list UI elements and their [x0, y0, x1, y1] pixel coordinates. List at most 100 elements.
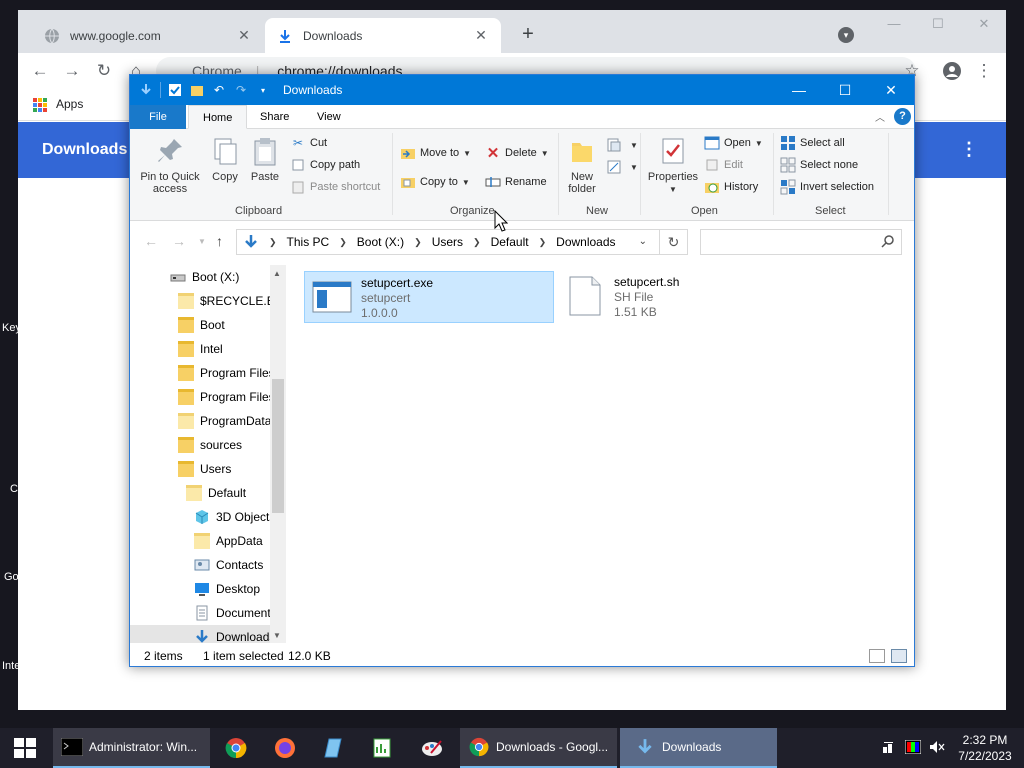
explorer-titlebar[interactable]: ↶ ↷ ▾ Downloads — ☐ ✕	[130, 75, 914, 105]
tree-item[interactable]: AppData	[194, 529, 263, 553]
chevron-right-icon[interactable]: ❯	[269, 237, 277, 248]
chevron-down-icon[interactable]: ▼	[273, 631, 281, 640]
chevron-right-icon[interactable]: ❯	[339, 237, 347, 248]
back-arrow-icon[interactable]: ←	[30, 61, 50, 81]
chevron-right-icon[interactable]: ❯	[539, 237, 547, 248]
tree-item[interactable]: Boot	[178, 313, 225, 337]
tab-home[interactable]: Home	[188, 105, 248, 129]
select-all-button[interactable]: Select all	[780, 133, 845, 153]
chevron-right-icon[interactable]: ❯	[414, 237, 422, 248]
properties-icon[interactable]	[167, 82, 183, 98]
forward-arrow-icon[interactable]: →	[62, 61, 82, 81]
search-input[interactable]	[700, 229, 902, 255]
redo-icon[interactable]: ↷	[233, 82, 249, 98]
new-folder-button[interactable]: New folder	[564, 135, 600, 195]
tree-item-boot-drive[interactable]: Boot (X:)	[170, 265, 239, 289]
tree-item[interactable]: Contacts	[194, 553, 263, 577]
forward-arrow-icon[interactable]: →	[172, 233, 186, 249]
file-item-setupcert-exe[interactable]: setupcert.exe setupcert 1.0.0.0	[304, 271, 554, 323]
tab-file[interactable]: File	[130, 105, 186, 129]
close-icon[interactable]: ✕	[473, 27, 489, 44]
address-bar[interactable]: ❯ This PC ❯ Boot (X:) ❯ Users ❯ Default …	[236, 229, 688, 255]
new-item-button[interactable]: ▼	[606, 135, 638, 155]
taskbar-item-explorer-downloads[interactable]: Downloads	[620, 728, 777, 768]
properties-button[interactable]: Properties ▼	[645, 135, 701, 196]
tree-item[interactable]: Intel	[178, 337, 223, 361]
tree-item[interactable]: ProgramData	[178, 409, 271, 433]
breadcrumb-boot[interactable]: Boot (X:)	[357, 235, 404, 249]
new-tab-button[interactable]: +	[518, 24, 538, 45]
close-icon[interactable]: ✕	[236, 27, 252, 44]
firefox-icon[interactable]	[273, 736, 297, 760]
taskbar-item-cmd[interactable]: Administrator: Win...	[53, 728, 210, 768]
tree-item[interactable]: Program Files	[178, 361, 275, 385]
chrome-icon[interactable]	[224, 736, 248, 760]
volume-muted-icon[interactable]	[929, 740, 945, 757]
customize-qat-icon[interactable]: ▾	[255, 82, 271, 98]
color-app-icon[interactable]	[904, 739, 922, 757]
large-icons-view-icon[interactable]	[891, 649, 907, 663]
tree-item-downloads[interactable]: Downloads	[130, 625, 275, 643]
chevron-down-icon[interactable]: ⌄	[639, 236, 647, 247]
close-button[interactable]: ✕	[974, 16, 994, 36]
tab-view[interactable]: View	[303, 105, 355, 129]
chevron-right-icon[interactable]: ❯	[473, 237, 481, 248]
tree-item[interactable]: Documents	[194, 601, 277, 625]
tree-item[interactable]: 3D Objects	[194, 505, 275, 529]
network-icon[interactable]	[882, 740, 896, 757]
select-none-button[interactable]: Select none	[780, 155, 858, 175]
copy-to-button[interactable]: Copy to ▼	[400, 172, 470, 192]
notepad-icon[interactable]	[322, 736, 346, 760]
breadcrumb-downloads[interactable]: Downloads	[556, 235, 615, 249]
refresh-button[interactable]: ↻	[659, 229, 688, 255]
chrome-tab-google[interactable]: www.google.com ✕	[32, 18, 264, 53]
easy-access-button[interactable]: ▼	[606, 157, 638, 177]
rename-button[interactable]: Rename	[485, 172, 547, 192]
move-to-button[interactable]: Move to ▼	[400, 143, 471, 163]
desktop-icon-label[interactable]: C	[10, 483, 18, 495]
pin-to-quick-access-button[interactable]: Pin to Quick access	[138, 135, 202, 195]
copy-button[interactable]: Copy	[206, 135, 244, 183]
scroll-thumb[interactable]	[272, 379, 284, 513]
tree-item[interactable]: sources	[178, 433, 242, 457]
apps-link[interactable]: Apps	[56, 97, 83, 111]
invert-selection-button[interactable]: Invert selection	[780, 177, 874, 197]
minimize-button[interactable]: —	[884, 16, 904, 36]
chevron-up-icon[interactable]: ︿	[875, 109, 885, 124]
breadcrumb-this-pc[interactable]: This PC	[287, 235, 330, 249]
delete-button[interactable]: ✕ Delete ▼	[485, 143, 549, 163]
open-button[interactable]: Open ▼	[704, 133, 763, 153]
paste-shortcut-button[interactable]: Paste shortcut	[290, 177, 380, 197]
taskbar-item-chrome-downloads[interactable]: Downloads - Googl...	[460, 728, 617, 768]
help-icon[interactable]: ?	[894, 108, 911, 125]
reload-icon[interactable]: ↻	[94, 61, 114, 81]
new-folder-icon[interactable]	[189, 82, 205, 98]
windows-start-icon[interactable]	[14, 738, 36, 758]
spreadsheet-icon[interactable]	[370, 736, 394, 760]
breadcrumb-default[interactable]: Default	[491, 235, 529, 249]
edit-button[interactable]: Edit	[704, 155, 743, 175]
back-arrow-icon[interactable]: ←	[144, 233, 158, 249]
cut-button[interactable]: ✂ Cut	[290, 133, 327, 153]
system-clock[interactable]: 2:32 PM 7/22/2023	[955, 732, 1015, 764]
details-view-icon[interactable]	[869, 649, 885, 663]
chevron-up-icon[interactable]: ▲	[273, 269, 281, 278]
tree-item[interactable]: Desktop	[194, 577, 260, 601]
desktop-icon-label[interactable]: Go	[4, 571, 19, 583]
apps-grid-icon[interactable]	[33, 98, 47, 112]
undo-icon[interactable]: ↶	[211, 82, 227, 98]
chrome-tab-downloads[interactable]: Downloads ✕	[265, 18, 501, 53]
tab-share[interactable]: Share	[246, 105, 303, 129]
menu-kebab-icon[interactable]: ⋮	[974, 61, 994, 81]
tree-item[interactable]: Default	[186, 481, 246, 505]
history-button[interactable]: History	[704, 177, 758, 197]
menu-kebab-icon[interactable]: ⋮	[960, 139, 978, 160]
recent-locations-icon[interactable]: ▼	[198, 237, 206, 246]
maximize-button[interactable]: ☐	[928, 16, 948, 36]
paste-button[interactable]: Paste	[248, 135, 282, 183]
minimize-button[interactable]: —	[776, 75, 822, 105]
tab-search-icon[interactable]: ▾	[838, 27, 854, 43]
close-button[interactable]: ✕	[868, 75, 914, 105]
tree-item[interactable]: Users	[178, 457, 231, 481]
copy-path-button[interactable]: Copy path	[290, 155, 360, 175]
